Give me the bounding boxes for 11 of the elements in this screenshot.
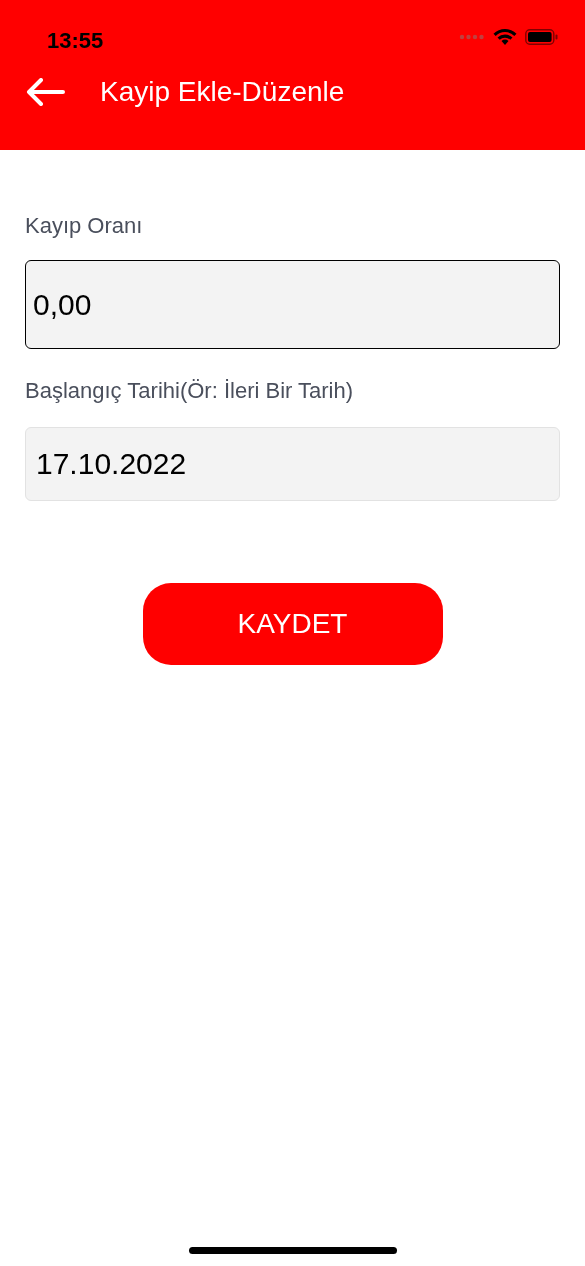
- status-time: 13:55: [47, 27, 104, 55]
- battery-icon: [525, 29, 558, 45]
- field-label: Başlangıç Tarihi(Ör: İleri Bir Tarih): [25, 377, 355, 405]
- back-arrow-icon[interactable]: [25, 78, 65, 106]
- input-field[interactable]: 17.10.2022: [25, 427, 560, 501]
- input-field[interactable]: 0,00: [25, 260, 560, 349]
- signal-icon: [459, 34, 485, 40]
- field-label: Kayıp Oranı: [25, 212, 144, 240]
- wifi-icon: [493, 28, 517, 46]
- save-button[interactable]: KAYDET: [142, 583, 443, 665]
- screen-title: Kayip Ekle-Düzenle: [100, 75, 345, 109]
